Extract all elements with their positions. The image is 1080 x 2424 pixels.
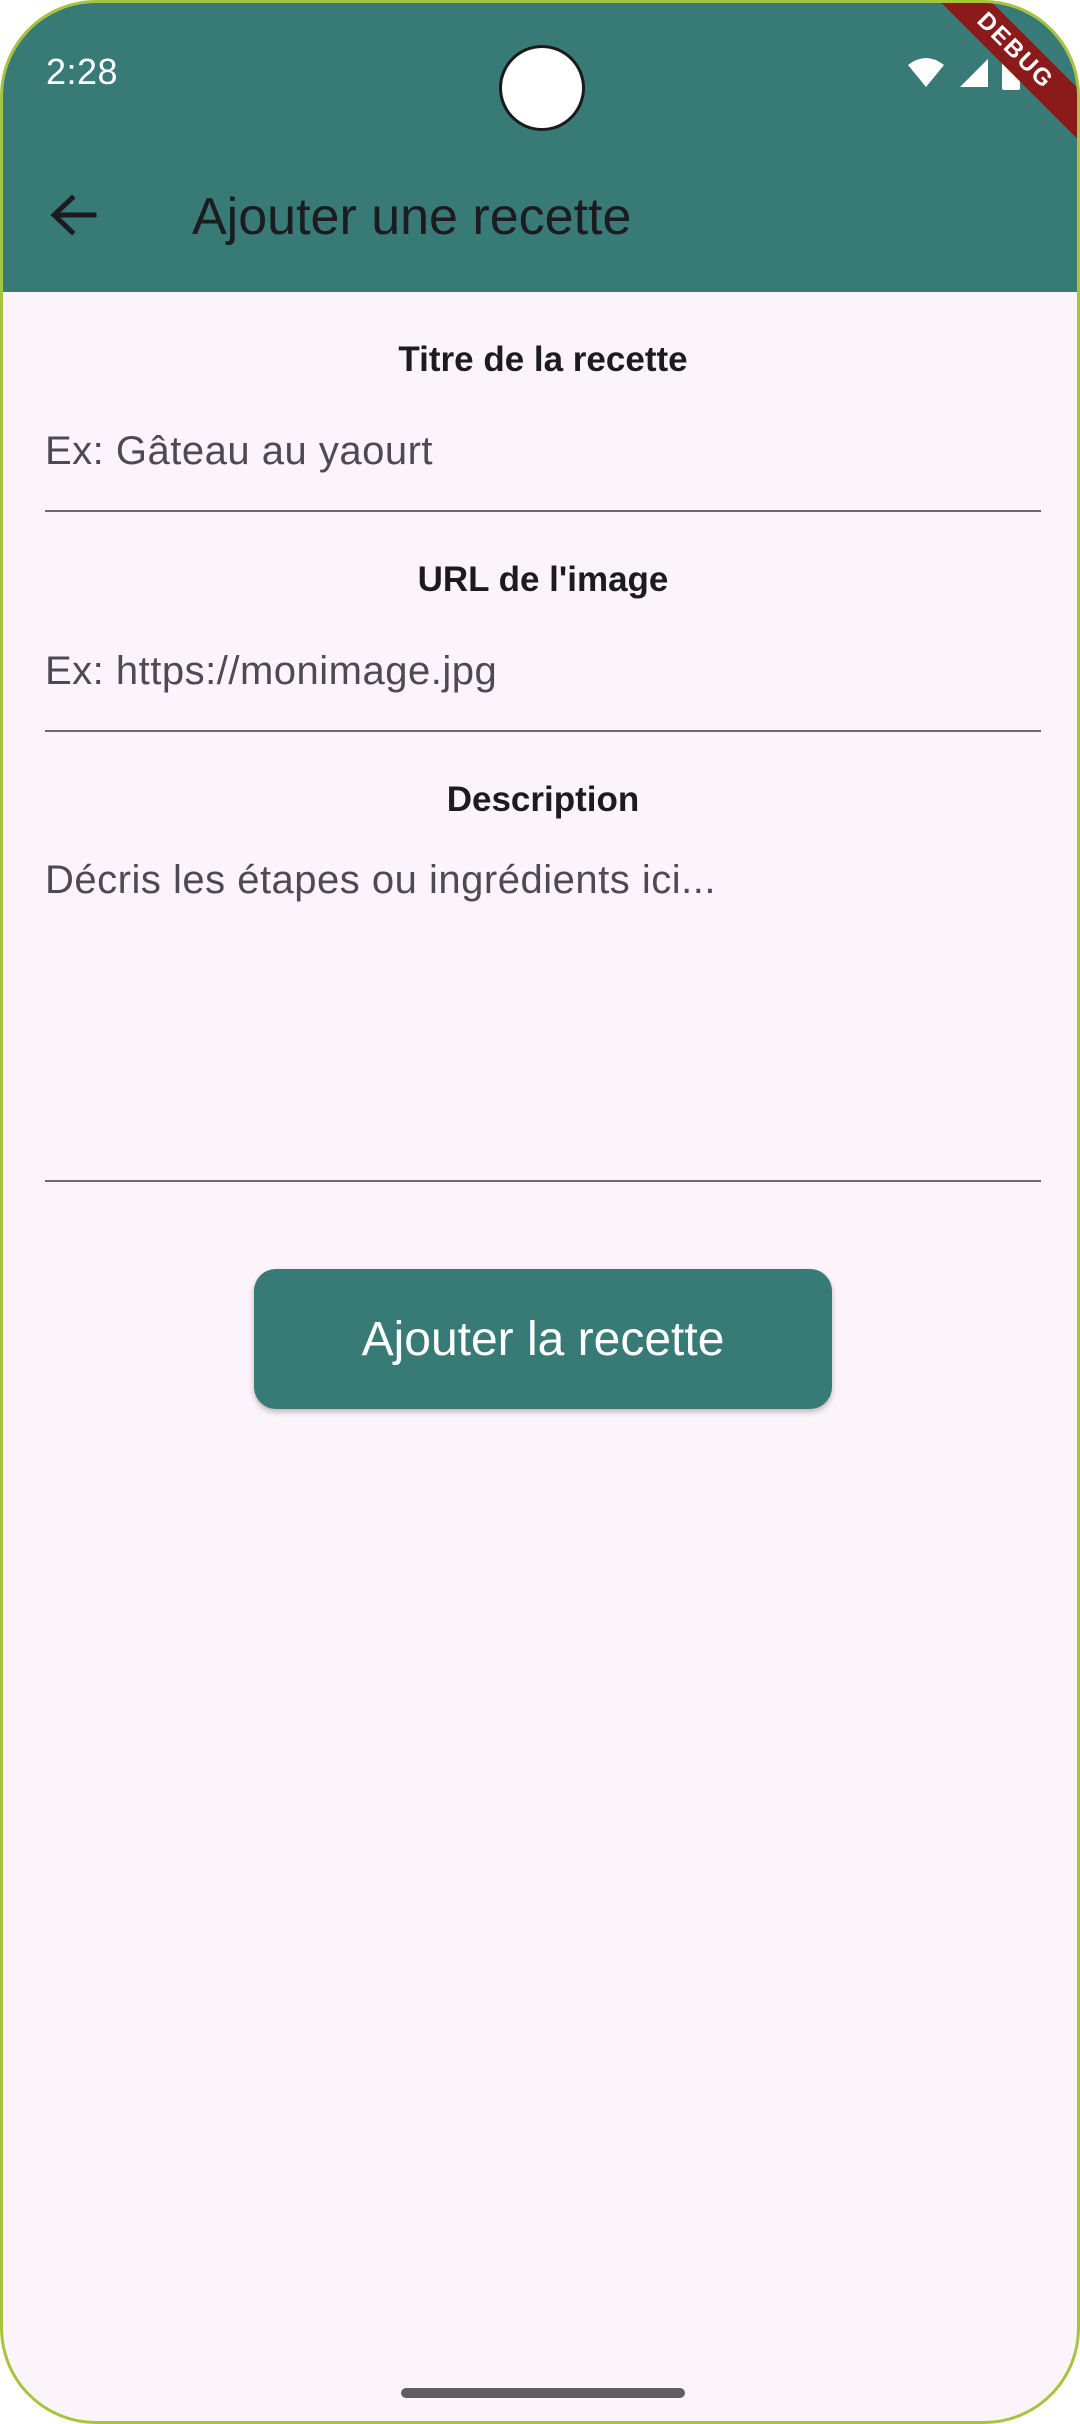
description-input[interactable] [45,854,1041,1182]
wifi-icon [906,57,946,89]
image-url-field-label: URL de l'image [417,560,669,599]
app-bar: Ajouter une recette [3,139,1077,292]
description-field-label: Description [446,780,640,819]
title-input[interactable] [45,422,1041,512]
page-title: Ajouter une recette [192,188,632,246]
back-button[interactable] [37,181,109,253]
arrow-left-icon [48,193,98,242]
home-indicator[interactable] [401,2388,685,2398]
title-field-label: Titre de la recette [398,340,688,379]
cellular-signal-icon [956,57,990,89]
status-bar: 2:28 DEBUG [3,3,1077,149]
add-recipe-button[interactable]: Ajouter la recette [254,1269,832,1409]
image-url-input[interactable] [45,642,1041,732]
camera-cutout [502,48,582,128]
device-frame: 2:28 DEBUG Ajouter une recette Titre de … [0,0,1080,2424]
status-time: 2:28 [46,51,119,92]
